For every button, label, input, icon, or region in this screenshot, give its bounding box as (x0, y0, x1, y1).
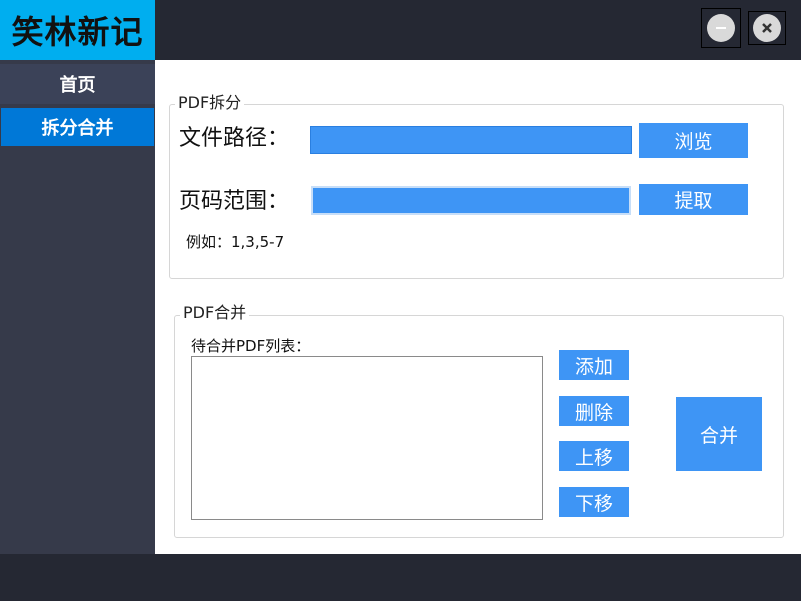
minimize-icon (707, 14, 735, 42)
merge-button[interactable]: 合并 (676, 397, 762, 471)
browse-button[interactable]: 浏览 (639, 123, 748, 158)
move-up-button[interactable]: 上移 (559, 441, 629, 471)
move-down-button[interactable]: 下移 (559, 487, 629, 517)
sidebar-item-home[interactable]: 首页 (0, 64, 155, 104)
add-button[interactable]: 添加 (559, 350, 629, 380)
example-hint: 例如：1,3,5-7 (186, 233, 285, 251)
file-path-field[interactable] (310, 126, 632, 154)
merge-list-label: 待合并PDF列表： (191, 337, 311, 355)
close-button[interactable] (748, 11, 786, 45)
merge-file-list[interactable] (191, 356, 543, 520)
split-group-title: PDF拆分 (175, 94, 245, 112)
merge-group-title: PDF合并 (180, 304, 250, 322)
delete-button[interactable]: 删除 (559, 396, 629, 426)
page-range-field[interactable] (311, 186, 631, 215)
app-logo: 笑林新记 (0, 0, 155, 60)
minimize-button[interactable] (701, 8, 741, 48)
close-icon (753, 14, 781, 42)
sidebar-item-split-merge[interactable]: 拆分合并 (1, 108, 154, 146)
file-path-label: 文件路径： (179, 126, 290, 151)
status-bar (0, 554, 801, 601)
page-range-label: 页码范围： (179, 189, 290, 214)
extract-button[interactable]: 提取 (639, 184, 748, 215)
